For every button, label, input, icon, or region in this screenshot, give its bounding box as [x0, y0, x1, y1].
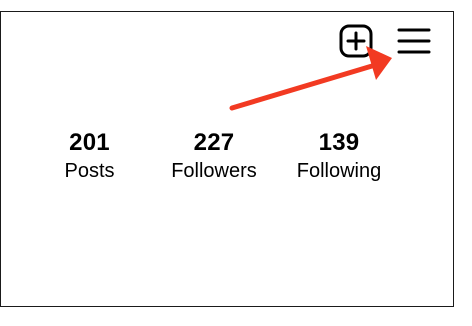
followers-count: 227 [193, 129, 235, 156]
profile-stats: 201 Posts 227 Followers 139 Following [57, 128, 388, 184]
posts-stat[interactable]: 201 Posts [57, 128, 122, 184]
following-label: Following [296, 160, 382, 182]
followers-label: Followers [171, 160, 257, 182]
hamburger-menu-icon [397, 28, 431, 54]
header-actions [339, 24, 431, 63]
followers-stat[interactable]: 227 Followers [164, 128, 264, 184]
posts-label: Posts [64, 160, 115, 182]
following-count: 139 [318, 129, 360, 156]
profile-panel: 201 Posts 227 Followers 139 Following [0, 11, 454, 307]
menu-button[interactable] [397, 26, 431, 61]
posts-count: 201 [69, 129, 110, 156]
plus-square-icon [339, 24, 373, 58]
following-stat[interactable]: 139 Following [290, 128, 388, 184]
new-post-button[interactable] [339, 24, 373, 63]
